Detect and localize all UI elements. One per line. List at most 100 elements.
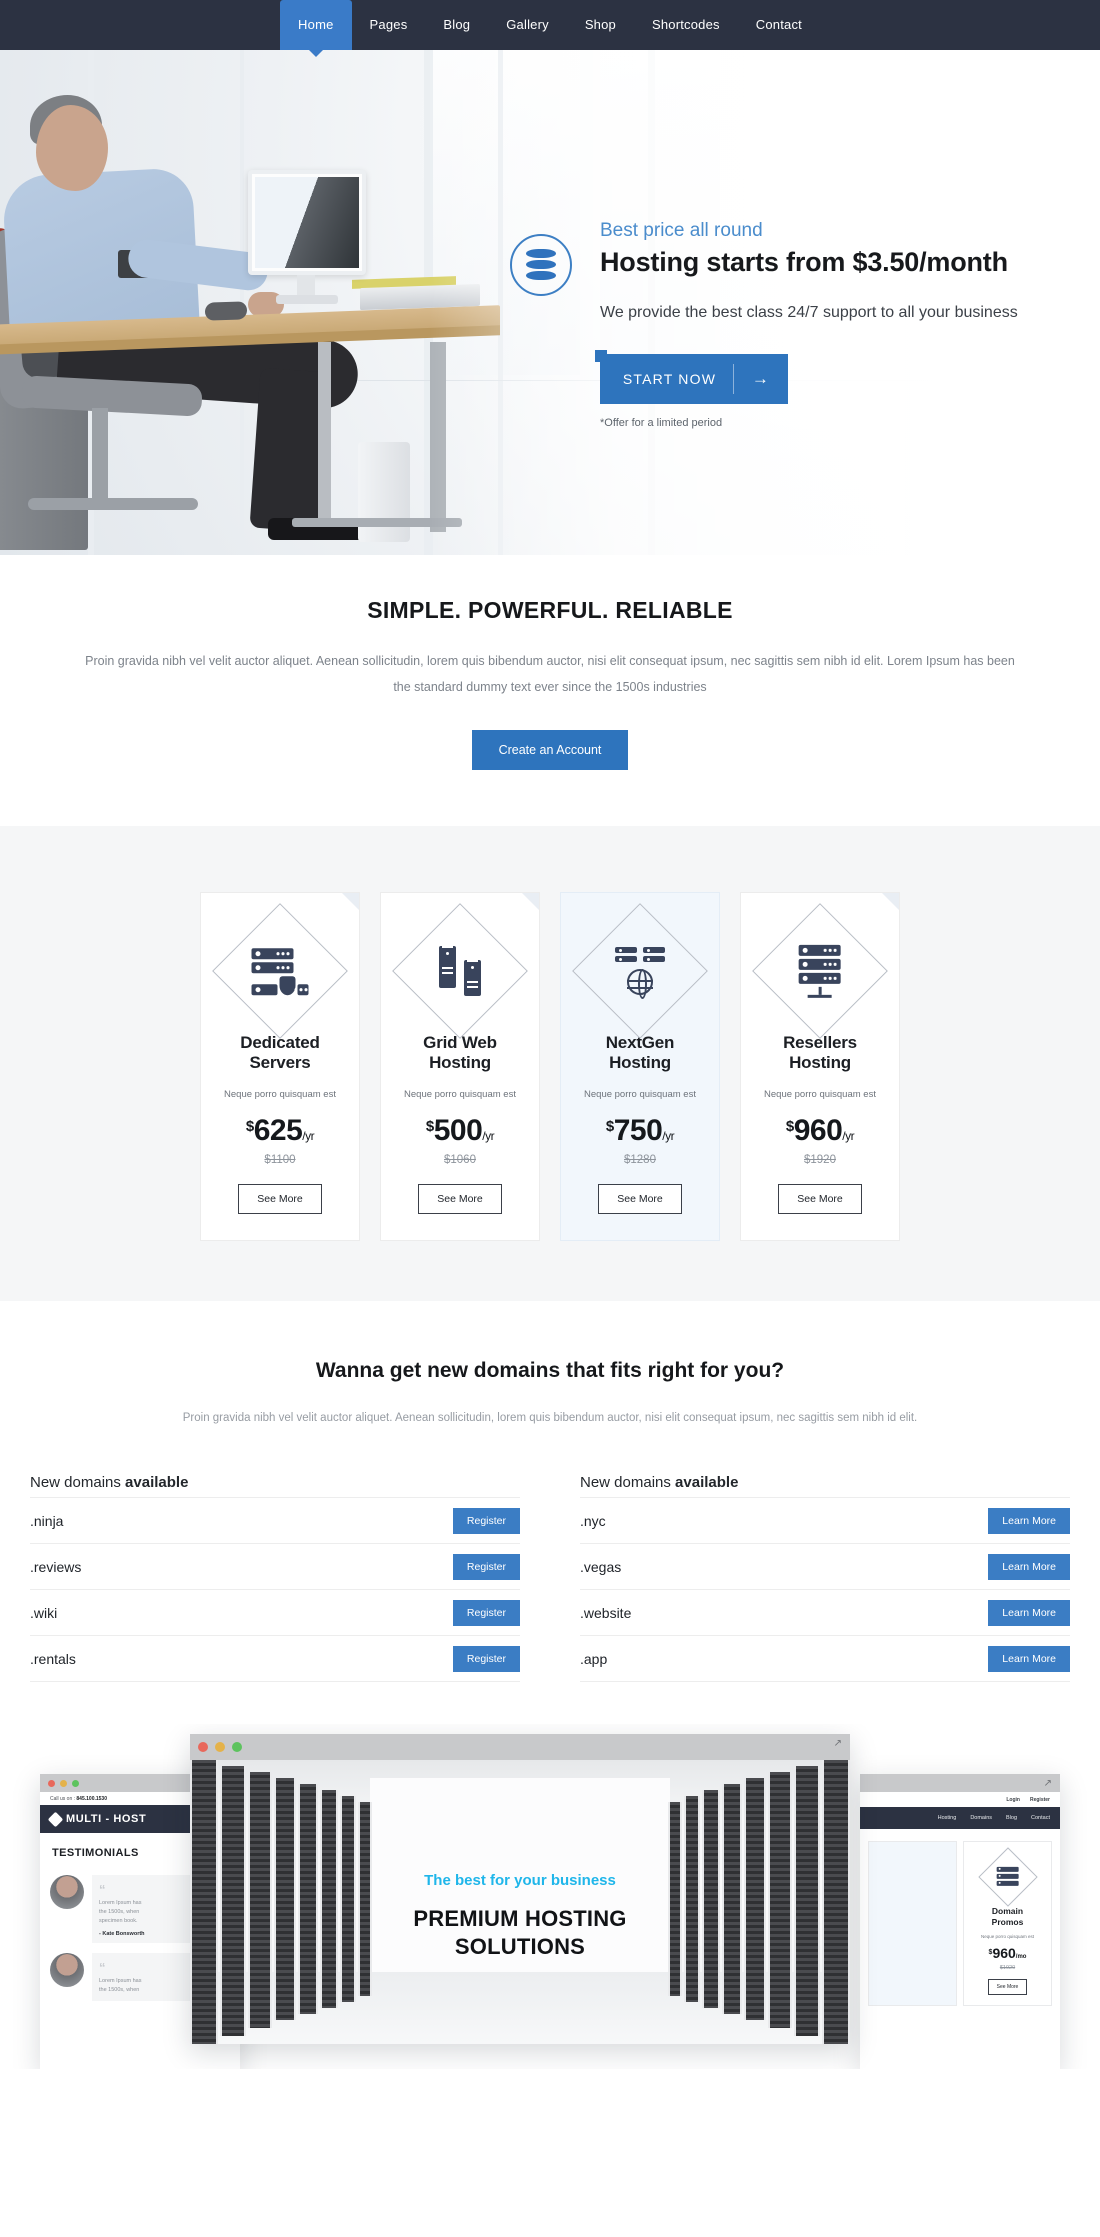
nav-item-contact[interactable]: Contact xyxy=(738,0,820,50)
domains-column-title: New domains available xyxy=(580,1474,739,1491)
nav-item-home[interactable]: Home xyxy=(280,0,352,57)
pricing-cards: Dedicated Servers Neque porro quisquam e… xyxy=(0,892,1100,1241)
price-amount: 625 xyxy=(253,1114,303,1147)
server-rack-icon xyxy=(752,903,888,1039)
see-more-button[interactable]: See More xyxy=(778,1184,862,1214)
nav-item-shortcodes[interactable]: Shortcodes xyxy=(634,0,738,50)
main-navbar: Home Pages Blog Gallery Shop Shortcodes … xyxy=(0,0,1100,57)
mockup-top-links: Login Register xyxy=(860,1792,1060,1807)
mockup-titlebar: ↗ xyxy=(860,1774,1060,1792)
learn-more-button[interactable]: Learn More xyxy=(988,1646,1070,1672)
create-account-button[interactable]: Create an Account xyxy=(471,730,629,770)
intro-heading: SIMPLE. POWERFUL. RELIABLE xyxy=(367,597,733,623)
mockup-card-row: Domain Promos Neque porro quisquam est $… xyxy=(860,1829,1060,2018)
brand-name: MULTI - HOST xyxy=(66,1813,147,1825)
datacenter-photo: The best for your business PREMIUM HOSTI… xyxy=(190,1760,850,2044)
see-more-button[interactable]: See More xyxy=(418,1184,502,1214)
start-now-button[interactable]: START NOW → xyxy=(595,350,788,404)
pricing-card-nextgen-hosting[interactable]: NextGen Hosting Neque porro quisquam est… xyxy=(560,892,720,1241)
price-amount: 750 xyxy=(613,1114,663,1147)
datacenter-caption: The best for your business PREMIUM HOSTI… xyxy=(190,1872,850,1961)
mockup-card-price: $960/mo xyxy=(988,1945,1027,1961)
card-price: $500/yr xyxy=(393,1114,527,1148)
domain-row: .vegas Learn More xyxy=(580,1543,1070,1589)
mockup-card-domain-promos[interactable]: Domain Promos Neque porro quisquam est $… xyxy=(963,1841,1052,2006)
nav-list: Home Pages Blog Gallery Shop Shortcodes … xyxy=(280,0,820,57)
login-link[interactable]: Login xyxy=(1006,1797,1020,1803)
hero-title: Hosting starts from $3.50/month xyxy=(600,247,1008,277)
hero-slider: Best price all round Hosting starts from… xyxy=(0,50,1100,555)
pricing-card-resellers-hosting[interactable]: Resellers Hosting Neque porro quisquam e… xyxy=(740,892,900,1241)
domain-name: .vegas xyxy=(580,1559,622,1575)
mockup-card-tagline: Neque porro quisquam est xyxy=(980,1934,1035,1939)
card-tagline: Neque porro quisquam est xyxy=(764,1089,876,1100)
start-now-label: START NOW xyxy=(622,371,717,387)
expand-icon[interactable]: ↗ xyxy=(1044,1778,1052,1789)
card-title: NextGen Hosting xyxy=(605,1033,675,1072)
price-amount: 500 xyxy=(433,1114,483,1147)
register-button[interactable]: Register xyxy=(452,1600,520,1626)
mockup-card-title: Domain Promos xyxy=(991,1906,1024,1927)
hero-content: Best price all round Hosting starts from… xyxy=(510,220,1070,429)
register-button[interactable]: Register xyxy=(452,1646,520,1672)
avatar xyxy=(50,1875,84,1909)
server-rack-icon xyxy=(977,1847,1038,1907)
nav-item-contact[interactable]: Contact xyxy=(1031,1815,1050,1821)
register-button[interactable]: Register xyxy=(452,1508,520,1534)
learn-more-button[interactable]: Learn More xyxy=(988,1600,1070,1626)
mockup-see-more-button[interactable]: See More xyxy=(987,1979,1028,1995)
corner-fold-icon xyxy=(342,893,359,910)
nav-item-domains[interactable]: Domains xyxy=(970,1815,992,1821)
price-period: /yr xyxy=(842,1129,855,1143)
pricing-card-dedicated-servers[interactable]: Dedicated Servers Neque porro quisquam e… xyxy=(200,892,360,1241)
domain-row: .reviews Register xyxy=(30,1543,520,1589)
close-icon xyxy=(48,1779,55,1787)
nav-item-hosting[interactable]: Hosting xyxy=(938,1815,957,1821)
domains-column-title: New domains available xyxy=(30,1474,189,1491)
domain-name: .app xyxy=(580,1651,608,1667)
browser-mockup-domain-promos: ↗ Login Register Hosting Domains Blog Co… xyxy=(860,1774,1060,2069)
avatar xyxy=(50,1953,84,1987)
pricing-card-grid-web-hosting[interactable]: Grid Web Hosting Neque porro quisquam es… xyxy=(380,892,540,1241)
maximize-icon xyxy=(72,1779,79,1787)
see-more-button[interactable]: See More xyxy=(598,1184,682,1214)
brand-logo-icon xyxy=(47,1811,64,1827)
domain-row: .website Learn More xyxy=(580,1589,1070,1635)
corner-fold-icon xyxy=(882,893,899,910)
card-title: Grid Web Hosting xyxy=(423,1033,497,1072)
domain-name: .reviews xyxy=(30,1559,82,1575)
see-more-button[interactable]: See More xyxy=(238,1184,322,1214)
price-period: /yr xyxy=(662,1129,675,1143)
currency-symbol: $ xyxy=(605,1118,614,1135)
nav-item-blog[interactable]: Blog xyxy=(425,0,488,50)
card-price: $960/yr xyxy=(753,1114,887,1148)
mockup-nav: Hosting Domains Blog Contact xyxy=(860,1807,1060,1829)
card-price: $625/yr xyxy=(213,1114,347,1148)
learn-more-button[interactable]: Learn More xyxy=(988,1554,1070,1580)
showcase-section: Call us on : 845.100.1530 MULTI - HOST T… xyxy=(0,1724,1100,2069)
hero-subtitle: We provide the best class 24/7 support t… xyxy=(600,304,1018,321)
nav-item-pages[interactable]: Pages xyxy=(352,0,426,50)
nav-item-gallery[interactable]: Gallery xyxy=(488,0,567,50)
domains-lead: Proin gravida nibh vel velit auctor aliq… xyxy=(182,1412,918,1424)
price-amount: 960 xyxy=(793,1114,843,1147)
server-globe-icon xyxy=(572,903,708,1039)
mockup-card-old-price: $1920 xyxy=(999,1965,1016,1971)
card-tagline: Neque porro quisquam est xyxy=(224,1089,336,1100)
domain-name: .website xyxy=(580,1605,632,1621)
domain-row: .ninja Register xyxy=(30,1497,520,1543)
maximize-icon xyxy=(232,1742,242,1752)
currency-symbol: $ xyxy=(425,1118,434,1135)
expand-icon[interactable]: ↗ xyxy=(834,1738,842,1749)
register-button[interactable]: Register xyxy=(452,1554,520,1580)
register-link[interactable]: Register xyxy=(1030,1797,1050,1803)
domains-column-learn-more: New domains available .nyc Learn More .v… xyxy=(580,1474,1070,1682)
quote-icon: “ xyxy=(99,1882,106,1897)
card-old-price: $1100 xyxy=(264,1154,296,1166)
showcase-title: PREMIUM HOSTING SOLUTIONS xyxy=(413,1906,627,1959)
nav-item-shop[interactable]: Shop xyxy=(567,0,634,50)
minimize-icon xyxy=(60,1779,67,1787)
nav-item-blog[interactable]: Blog xyxy=(1006,1815,1017,1821)
learn-more-button[interactable]: Learn More xyxy=(988,1508,1070,1534)
close-icon xyxy=(198,1742,208,1752)
